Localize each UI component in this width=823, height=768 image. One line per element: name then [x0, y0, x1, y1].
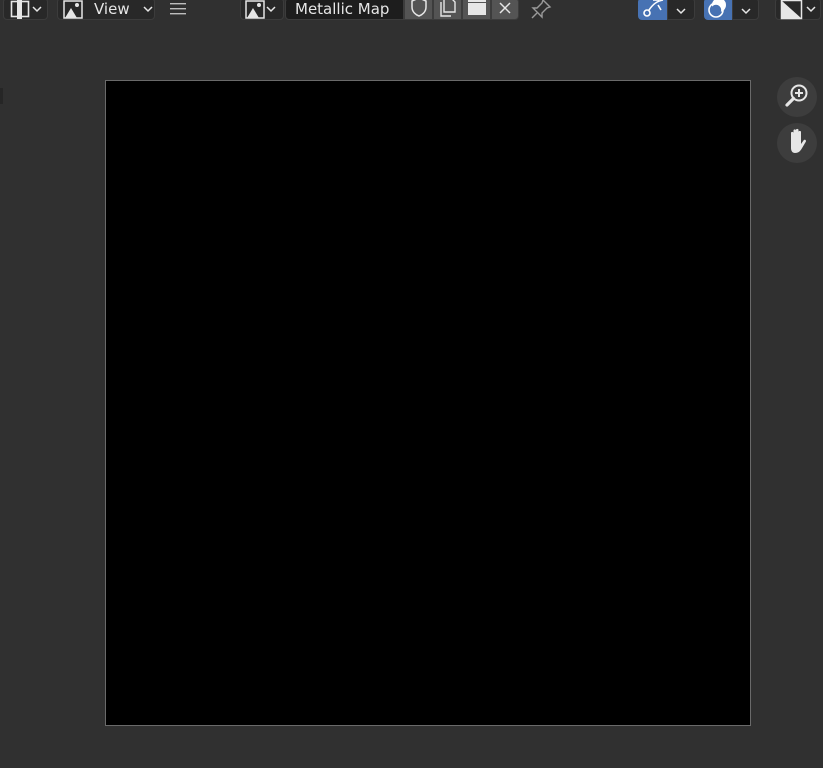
pin-icon[interactable]: [528, 0, 554, 20]
view-menu-button[interactable]: View: [57, 0, 155, 20]
editor-type-selector[interactable]: [3, 0, 48, 20]
image-icon: [244, 0, 266, 19]
chevron-down-icon: [32, 0, 42, 20]
image-name-label: Metallic Map: [295, 0, 390, 18]
pan-button[interactable]: [777, 123, 817, 163]
image-name-field[interactable]: Metallic Map: [285, 0, 404, 20]
image-icon: [62, 0, 84, 19]
display-channels-button[interactable]: [775, 0, 821, 20]
chevron-down-icon: [676, 0, 686, 19]
overlay-icon: [707, 0, 729, 22]
zoom-button[interactable]: [777, 77, 817, 117]
duplicate-image-button[interactable]: [433, 0, 462, 20]
image-canvas[interactable]: [105, 80, 751, 726]
chevron-down-icon: [740, 0, 751, 19]
display-channels-icon: [780, 0, 804, 20]
overlay-options-dropdown[interactable]: [732, 0, 759, 20]
region-edge-handle[interactable]: [0, 88, 3, 104]
chevron-down-icon: [143, 0, 153, 20]
duplicate-image-icon: [438, 0, 458, 21]
gizmo-toggle-button[interactable]: [638, 0, 667, 20]
gizmo-icon: [641, 0, 665, 22]
hand-icon: [784, 127, 810, 159]
chevron-down-icon: [266, 0, 276, 20]
shield-icon: [410, 0, 428, 21]
menu-icon[interactable]: [167, 0, 189, 18]
zoom-icon: [784, 82, 810, 112]
overlay-toggle-button[interactable]: [704, 0, 732, 20]
chevron-down-icon: [806, 0, 816, 20]
image-browse-button[interactable]: [240, 0, 284, 20]
image-editor-header: View Metallic Map: [0, 0, 823, 22]
unlink-image-button[interactable]: [491, 0, 519, 20]
view-menu-label: View: [94, 0, 130, 18]
image-editor-icon: [10, 0, 32, 19]
close-icon: [498, 0, 512, 19]
open-image-button[interactable]: [462, 0, 491, 20]
folder-icon: [467, 0, 487, 20]
gizmo-options-dropdown[interactable]: [667, 0, 695, 20]
fake-user-button[interactable]: [404, 0, 433, 20]
